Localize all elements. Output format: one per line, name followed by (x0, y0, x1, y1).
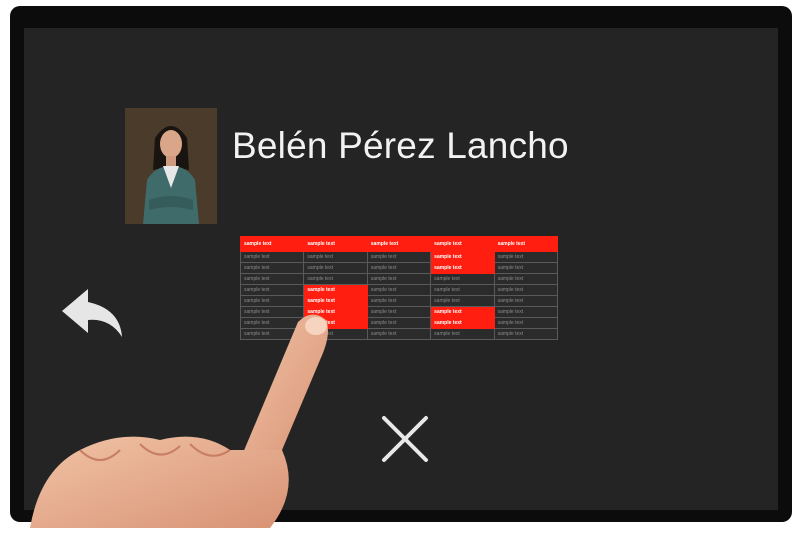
table-cell[interactable]: sample text (366, 306, 432, 318)
table-cell[interactable]: sample text (303, 295, 368, 307)
avatar (125, 108, 217, 224)
table-cell[interactable]: sample text (303, 284, 368, 296)
table-row[interactable]: sample text sample text sample text sample … (239, 262, 559, 274)
table-cell[interactable]: sample text (430, 262, 495, 274)
table-cell[interactable]: sample text (430, 317, 495, 329)
table-cell[interactable]: sample text (493, 262, 559, 274)
table-cell[interactable]: sample text (430, 328, 495, 340)
table-cell[interactable]: sample text (239, 262, 305, 274)
table-cell[interactable]: sample text (239, 295, 305, 307)
table-cell[interactable]: sample text (430, 306, 495, 318)
table-cell[interactable]: sample text (430, 295, 495, 307)
table-row[interactable]: sample text sample text sample text sample … (239, 284, 559, 296)
table-header-cell: sample text (430, 236, 495, 252)
table-cell[interactable]: sample text (239, 251, 305, 263)
table-cell[interactable]: sample text (303, 328, 368, 340)
table-cell[interactable]: sample text (303, 251, 368, 263)
table-cell[interactable]: sample text (366, 251, 432, 263)
close-icon[interactable] (380, 414, 430, 464)
table-cell[interactable]: sample text (239, 306, 305, 318)
table-row[interactable]: sample text sample text sample text sample … (239, 306, 559, 318)
table-cell[interactable]: sample text (366, 295, 432, 307)
table-cell[interactable]: sample text (239, 273, 305, 285)
table-cell[interactable]: sample text (493, 317, 559, 329)
table-row[interactable]: sample text sample text sample text sample … (239, 328, 559, 340)
table-row[interactable]: sample text sample text sample text sample … (239, 273, 559, 285)
table-cell[interactable]: sample text (366, 328, 432, 340)
table-row[interactable]: sample text sample text sample text sample … (239, 295, 559, 307)
table-cell[interactable]: sample text (239, 328, 305, 340)
table-cell[interactable]: sample text (303, 306, 368, 318)
table-cell[interactable]: sample text (366, 273, 432, 285)
table-cell[interactable]: sample text (493, 295, 559, 307)
table-cell[interactable]: sample text (493, 251, 559, 263)
table-cell[interactable]: sample text (430, 273, 495, 285)
table-cell[interactable]: sample text (239, 317, 305, 329)
profile-name: Belén Pérez Lancho (232, 125, 569, 166)
table-header-cell: sample text (303, 236, 368, 252)
table-cell[interactable]: sample text (366, 317, 432, 329)
table-cell[interactable]: sample text (493, 306, 559, 318)
table-cell[interactable]: sample text (303, 262, 368, 274)
table-cell[interactable]: sample text (366, 262, 432, 274)
table-cell[interactable]: sample text (239, 284, 305, 296)
table-cell[interactable]: sample text (493, 328, 559, 340)
table-row[interactable]: sample text sample text sample text sample … (239, 251, 559, 263)
table-cell[interactable]: sample text (303, 317, 368, 329)
table-cell[interactable]: sample text (430, 251, 495, 263)
table-header-cell: sample text (366, 236, 432, 252)
table-header-cell: sample text (239, 236, 305, 252)
back-arrow-icon[interactable] (60, 287, 126, 339)
table-cell[interactable]: sample text (366, 284, 432, 296)
data-table: sample text sample text sample text sample … (239, 236, 559, 340)
table-cell[interactable]: sample text (303, 273, 368, 285)
table-cell[interactable]: sample text (430, 284, 495, 296)
table-header-cell: sample text (493, 236, 559, 252)
table-cell[interactable]: sample text (493, 273, 559, 285)
table-row[interactable]: sample text sample text sample text sample … (239, 317, 559, 329)
table-cell[interactable]: sample text (493, 284, 559, 296)
